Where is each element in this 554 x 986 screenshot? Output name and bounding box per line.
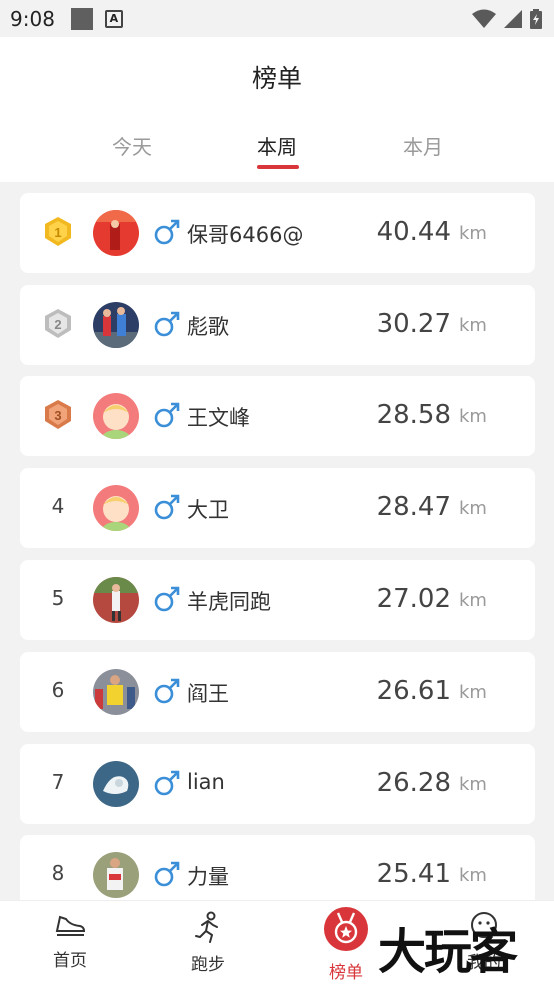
avatar[interactable] (93, 669, 139, 715)
distance-unit: km (459, 498, 487, 519)
watermark: 大玩客 (378, 924, 518, 980)
distance-unit: km (459, 406, 487, 427)
runner-name: 彪歌 (187, 315, 229, 339)
nav-run[interactable]: 跑步 (168, 911, 248, 975)
avatar[interactable] (93, 761, 139, 807)
distance-value: 28.58 (376, 400, 451, 430)
leaderboard-row[interactable]: 6 阎王 26.61 km (20, 652, 535, 732)
distance-value: 40.44 (376, 217, 451, 247)
rank-number: 7 (51, 770, 65, 794)
distance-unit: km (459, 774, 487, 795)
distance-unit: km (459, 590, 487, 611)
runner-name: 羊虎同跑 (187, 590, 271, 614)
a-notification-icon: A (104, 9, 123, 28)
nav-leaderboard[interactable]: 榜单 (306, 907, 386, 983)
male-icon (154, 678, 180, 704)
male-icon (154, 494, 180, 520)
distance-unit: km (459, 682, 487, 703)
svg-text:1: 1 (54, 225, 61, 240)
leaderboard-row[interactable]: 8 力量 25.41 km (20, 835, 535, 900)
nav-home-label: 首页 (53, 951, 87, 971)
nav-leaderboard-label: 榜单 (329, 963, 363, 983)
avatar[interactable] (93, 852, 139, 898)
runner-name: 大卫 (187, 498, 229, 522)
nav-home[interactable]: 首页 (30, 911, 110, 971)
runner-name: 阎王 (187, 682, 229, 706)
leaderboard-list[interactable]: 1 保哥6466@ 40.44 km 2 彪歌 30.27 km 3 王文峰 2… (0, 182, 554, 900)
page-title: 榜单 (251, 64, 302, 93)
runner-name: 保哥6466@ (187, 223, 304, 247)
tab-this-month[interactable]: 本月 (373, 131, 473, 160)
leaderboard-row[interactable]: 2 彪歌 30.27 km (20, 285, 535, 365)
medal-icon (324, 907, 368, 951)
male-icon (154, 861, 180, 887)
avatar[interactable] (93, 577, 139, 623)
leaderboard-row[interactable]: 4 大卫 28.47 km (20, 468, 535, 548)
rank-number: 5 (51, 586, 65, 610)
avatar[interactable] (93, 393, 139, 439)
male-icon (154, 219, 180, 245)
male-icon (154, 770, 180, 796)
rank-number: 6 (51, 678, 65, 702)
shoe-icon (55, 915, 86, 936)
tab-today[interactable]: 今天 (82, 131, 182, 160)
silver-medal-icon: 2 (45, 309, 71, 338)
header: 榜单 今天 本周 本月 (0, 37, 554, 182)
avatar[interactable] (93, 485, 139, 531)
distance-value: 30.27 (376, 309, 451, 339)
battery-icon (530, 8, 542, 29)
notification-square-icon (70, 7, 93, 30)
leaderboard-row[interactable]: 7 lian 26.28 km (20, 744, 535, 824)
runner-name: lian (187, 770, 225, 794)
status-time: 9:08 (10, 6, 55, 31)
distance-value: 26.28 (376, 768, 451, 798)
distance-unit: km (459, 315, 487, 336)
runner-icon (195, 911, 218, 943)
distance-unit: km (459, 223, 487, 244)
runner-name: 力量 (187, 865, 229, 889)
avatar[interactable] (93, 302, 139, 348)
svg-text:2: 2 (54, 317, 61, 332)
distance-value: 26.61 (376, 676, 451, 706)
distance-unit: km (459, 865, 487, 886)
cell-signal-icon (504, 9, 522, 28)
avatar[interactable] (93, 210, 139, 256)
distance-value: 25.41 (376, 859, 451, 889)
rank-number: 4 (51, 494, 65, 518)
bronze-medal-icon: 3 (45, 400, 71, 429)
leaderboard-row[interactable]: 3 王文峰 28.58 km (20, 376, 535, 456)
wifi-icon (472, 9, 496, 28)
status-bar: 9:08 A (0, 0, 554, 37)
svg-text:3: 3 (54, 408, 61, 423)
rank-number: 8 (51, 861, 65, 885)
male-icon (154, 311, 180, 337)
distance-value: 27.02 (376, 584, 451, 614)
male-icon (154, 402, 180, 428)
leaderboard-row[interactable]: 5 羊虎同跑 27.02 km (20, 560, 535, 640)
runner-name: 王文峰 (187, 406, 250, 430)
distance-value: 28.47 (376, 492, 451, 522)
gold-medal-icon: 1 (45, 217, 71, 246)
male-icon (154, 586, 180, 612)
leaderboard-row[interactable]: 1 保哥6466@ 40.44 km (20, 193, 535, 273)
tab-this-week[interactable]: 本周 (227, 131, 327, 160)
nav-run-label: 跑步 (191, 955, 225, 975)
tab-active-indicator (257, 165, 299, 169)
